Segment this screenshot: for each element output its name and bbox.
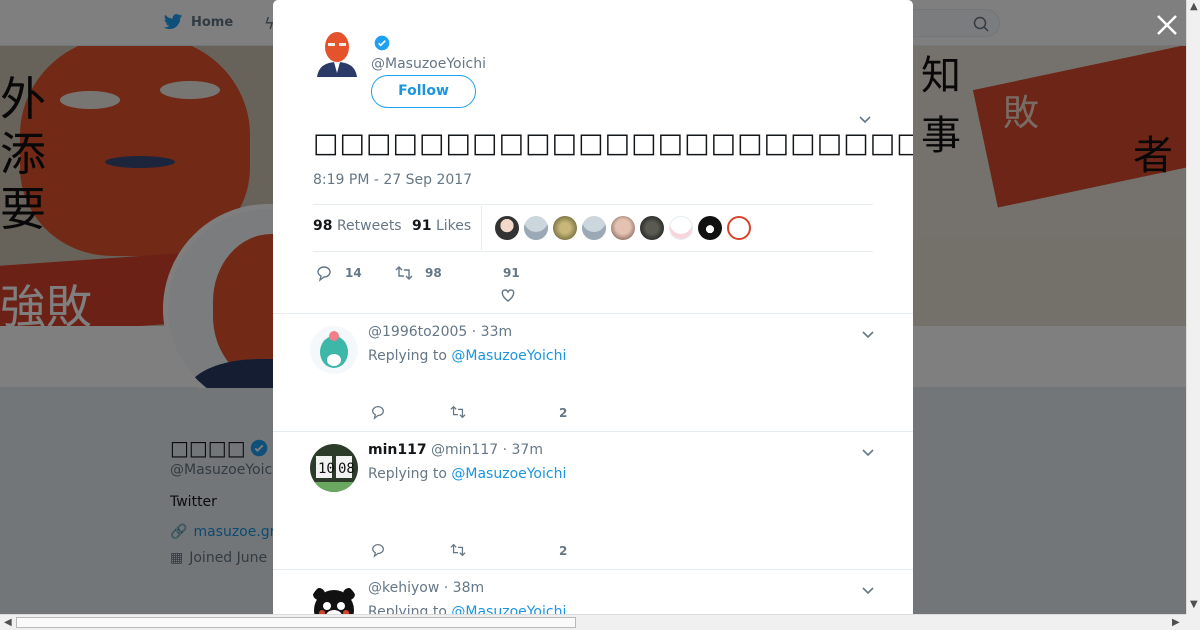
reply-icon: [317, 266, 331, 282]
reply-tweet[interactable]: 10 08 min117 @min117 · 37m Replying to @…: [273, 431, 913, 569]
scrollbar-corner: [1186, 614, 1200, 630]
liker-avatar[interactable]: [698, 216, 722, 240]
reply-avatar[interactable]: [310, 582, 358, 614]
reply-avatar[interactable]: [310, 326, 358, 374]
chevron-down-icon[interactable]: [861, 445, 875, 459]
heart-icon: [501, 289, 515, 302]
chevron-down-icon[interactable]: [858, 112, 872, 126]
reply-icon: [372, 406, 384, 420]
retweet-button[interactable]: 98: [395, 264, 442, 282]
liker-avatar[interactable]: [524, 216, 548, 240]
replying-to: Replying to @MasuzoeYoichi: [368, 466, 567, 482]
horizontal-scroll-thumb[interactable]: [16, 617, 576, 628]
verified-badge-icon: [374, 35, 390, 51]
scroll-left-arrow-icon[interactable]: ◀: [4, 618, 12, 628]
like-count[interactable]: 2: [559, 544, 567, 558]
retweet-icon: [450, 543, 466, 557]
retweets-stat[interactable]: 98 Retweets: [313, 218, 402, 234]
svg-text:10: 10: [318, 461, 335, 477]
stats-divider: [481, 206, 482, 250]
chevron-down-icon[interactable]: [861, 583, 875, 597]
like-count[interactable]: 2: [559, 406, 567, 420]
reply-tweet[interactable]: @1996to2005 · 33m Replying to @MasuzoeYo…: [273, 313, 913, 431]
reply-button[interactable]: [370, 542, 386, 558]
reply-header: @1996to2005 · 33m: [368, 324, 513, 340]
vertical-scrollbar[interactable]: ▲ ▼: [1186, 0, 1200, 614]
reply-tweet[interactable]: @kehiyow · 38m Replying to @MasuzoeYoich…: [273, 569, 913, 614]
tweet-actions: 14 98 91: [313, 262, 873, 308]
close-icon[interactable]: [1154, 12, 1180, 38]
tweet-author-handle[interactable]: @MasuzoeYoichi: [371, 56, 486, 72]
reply-button[interactable]: [370, 404, 386, 420]
likes-stat[interactable]: 91 Likes: [412, 218, 471, 234]
svg-text:08: 08: [338, 461, 355, 477]
reply-header: min117 @min117 · 37m: [368, 442, 543, 458]
scroll-down-arrow-icon[interactable]: ▼: [1190, 600, 1198, 610]
like-button[interactable]: 91: [501, 266, 520, 304]
liker-avatar[interactable]: [611, 216, 635, 240]
reply-icon: [372, 544, 384, 558]
retweet-icon: [450, 405, 466, 419]
reply-button[interactable]: 14: [315, 264, 362, 282]
reply-avatar[interactable]: 10 08: [310, 444, 358, 492]
scroll-up-arrow-icon[interactable]: ▲: [1190, 2, 1198, 12]
tweet-modal: @MasuzoeYoichi Follow □□□□□□□□□□□□□□□□□□…: [273, 0, 913, 614]
chevron-down-icon[interactable]: [861, 327, 875, 341]
follow-button[interactable]: Follow: [371, 75, 476, 108]
liker-avatar[interactable]: [727, 216, 751, 240]
reply-actions: 2: [370, 542, 620, 564]
liker-avatar[interactable]: [495, 216, 519, 240]
tweet-timestamp[interactable]: 8:19 PM - 27 Sep 2017: [313, 172, 472, 188]
liker-avatar[interactable]: [582, 216, 606, 240]
reply-actions: 2: [370, 404, 620, 426]
tweet-text: □□□□□□□□□□□□□□□□□□□□□□□□□□□□□□□□□□□□□□□□…: [313, 128, 913, 159]
liker-avatar[interactable]: [669, 216, 693, 240]
horizontal-scrollbar[interactable]: ◀ ▶: [0, 614, 1186, 630]
retweet-button[interactable]: [450, 404, 466, 420]
retweet-icon: [395, 266, 413, 280]
liker-avatar[interactable]: [553, 216, 577, 240]
tweet-author-avatar[interactable]: [313, 29, 361, 77]
liker-avatar[interactable]: [640, 216, 664, 240]
replying-to: Replying to @MasuzoeYoichi: [368, 348, 567, 364]
retweet-button[interactable]: [450, 542, 466, 558]
reply-header: @kehiyow · 38m: [368, 580, 485, 596]
scroll-right-arrow-icon[interactable]: ▶: [1172, 618, 1180, 628]
tweet-stats: 98 Retweets 91 Likes: [313, 204, 873, 252]
liker-avatars: [495, 216, 751, 240]
replying-to: Replying to @MasuzoeYoichi: [368, 604, 567, 614]
